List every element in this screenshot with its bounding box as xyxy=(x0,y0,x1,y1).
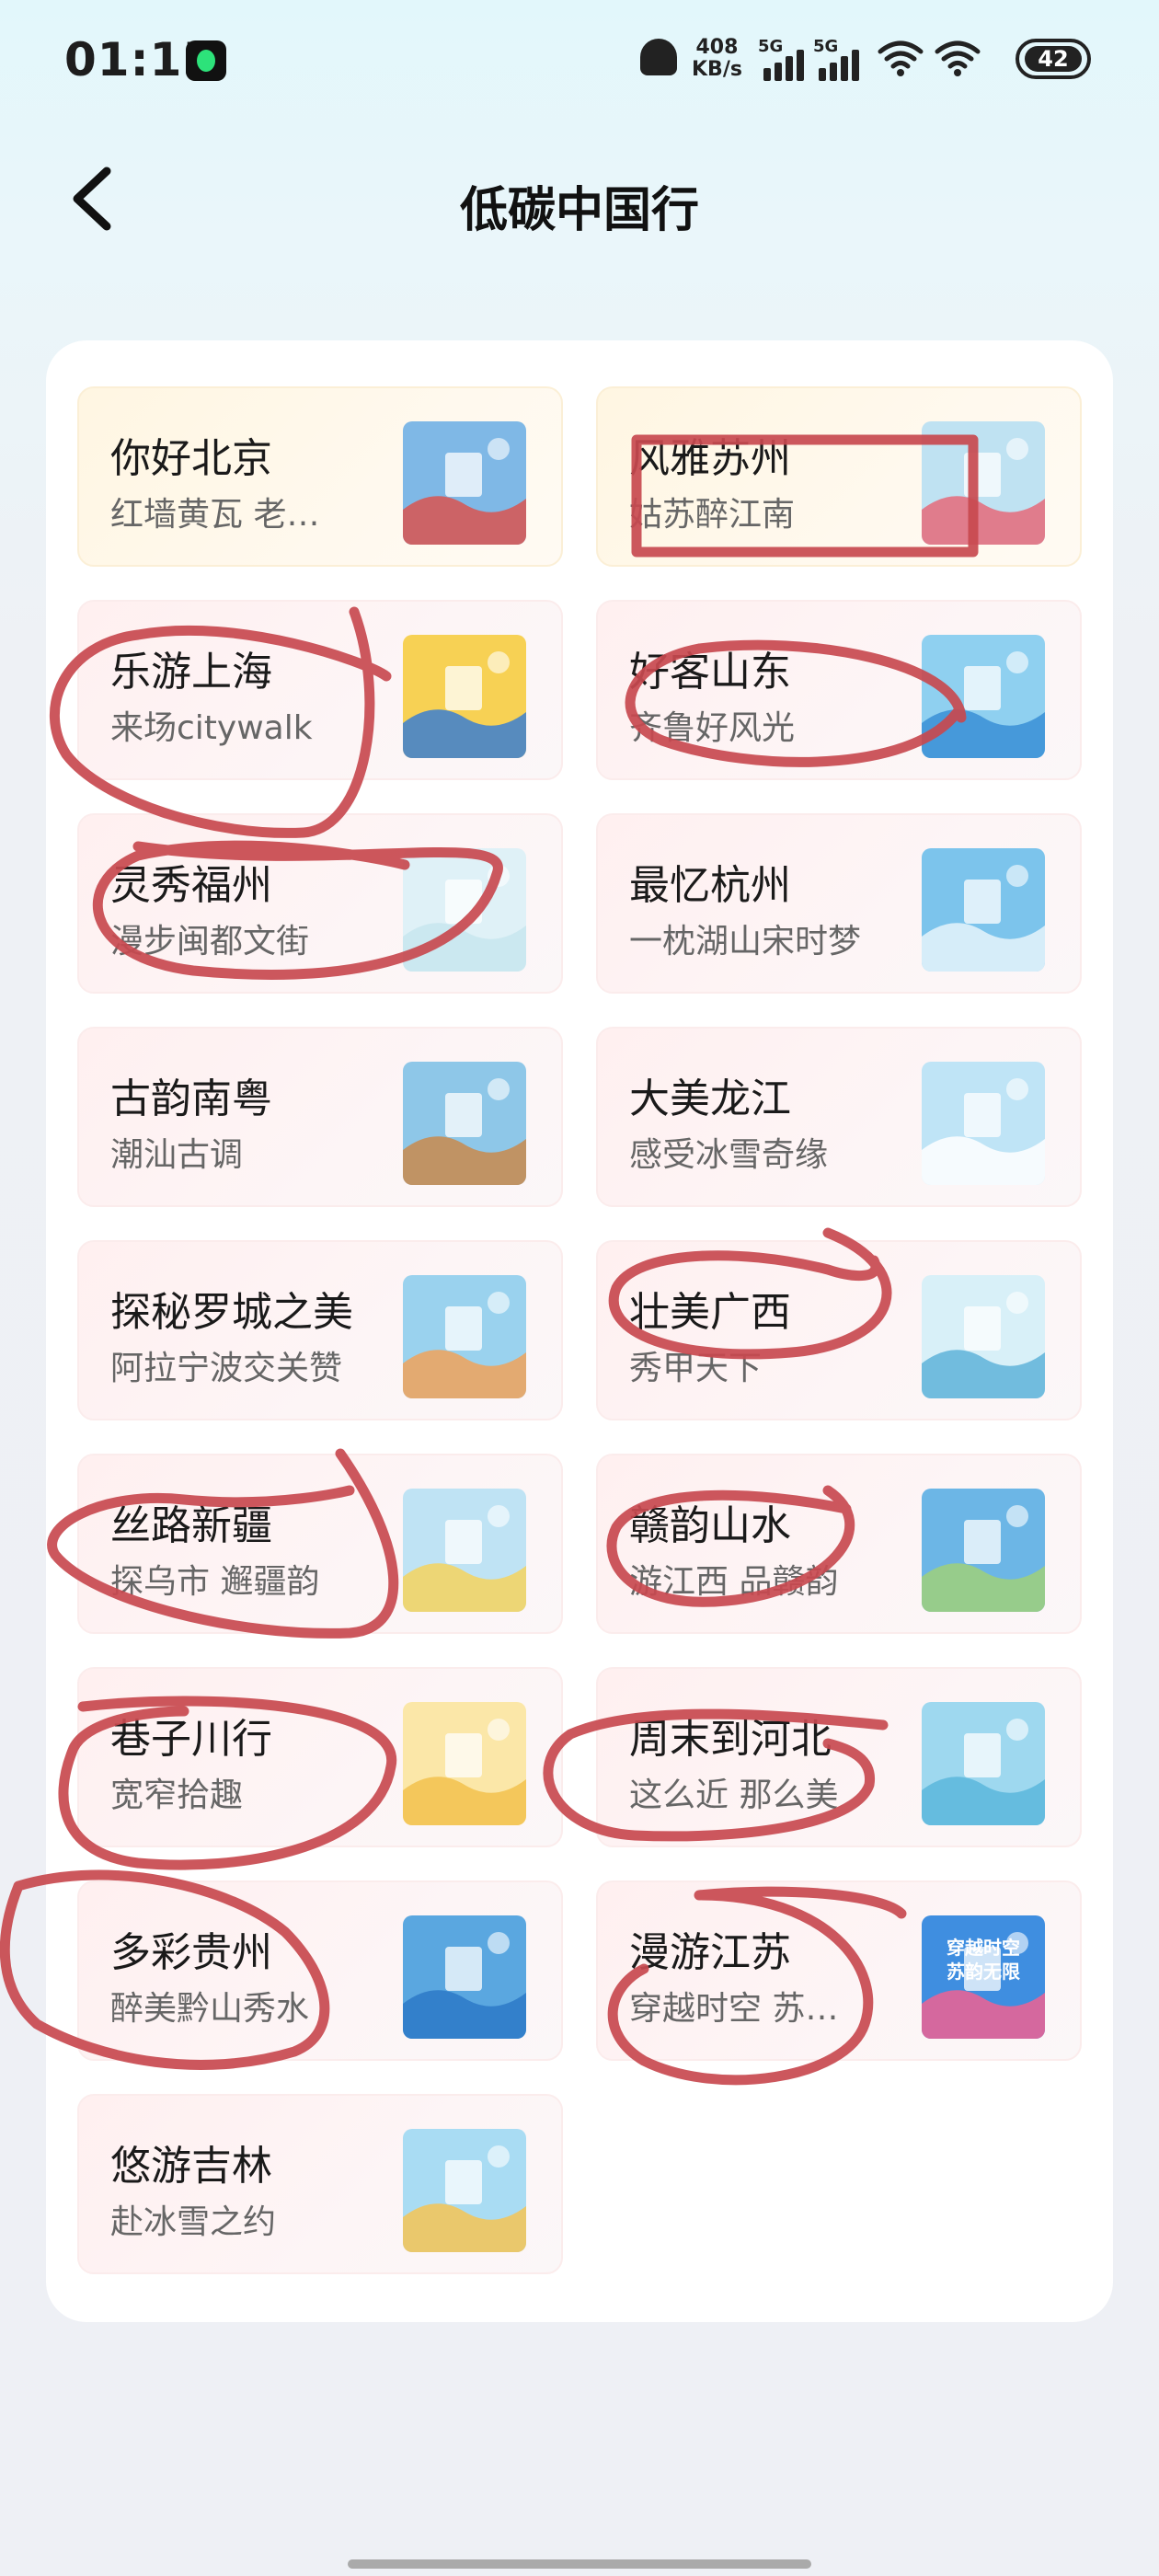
city-tile[interactable]: 丝路新疆探乌市 邂疆韵 xyxy=(77,1454,563,1634)
city-illustration-thumbnail xyxy=(403,848,526,972)
city-tile-subtitle: 探乌市 邂疆韵 xyxy=(110,1563,320,1601)
city-tile-name: 巷子川行 xyxy=(110,1716,272,1763)
city-tile-subtitle: 这么近 那么美 xyxy=(629,1777,839,1814)
city-tile[interactable]: 探秘罗城之美阿拉宁波交关赞 xyxy=(77,1240,563,1420)
status-bar: 01:15 408 KB/s 5G 5G 42 xyxy=(0,0,1159,129)
city-illustration-thumbnail xyxy=(403,2129,526,2252)
city-tile-subtitle: 秀甲天下 xyxy=(629,1350,763,1387)
cell-signal-1-label: 5G xyxy=(758,37,784,56)
city-tile-name: 乐游上海 xyxy=(110,649,272,696)
city-illustration-thumbnail xyxy=(922,1062,1045,1185)
city-illustration-thumbnail xyxy=(922,421,1045,545)
battery-icon: 42 xyxy=(1016,39,1091,79)
city-tile-name: 漫游江苏 xyxy=(629,1929,791,1976)
cell-signal-2-label: 5G xyxy=(813,37,839,56)
city-tile-name: 多彩贵州 xyxy=(110,1929,272,1976)
network-speed: 408 KB/s xyxy=(692,37,742,81)
city-tile-name: 古韵南粤 xyxy=(110,1075,272,1122)
city-tile[interactable]: 壮美广西 秀甲天下 xyxy=(596,1240,1082,1420)
city-tile[interactable]: 赣韵山水游江西 品赣韵 xyxy=(596,1454,1082,1634)
city-tile[interactable]: 周末到河北这么近 那么美 xyxy=(596,1667,1082,1847)
city-tile-name: 赣韵山水 xyxy=(629,1502,791,1549)
network-speed-value: 408 xyxy=(695,36,739,59)
home-indicator[interactable] xyxy=(348,2559,811,2569)
city-tile-subtitle: 游江西 品赣韵 xyxy=(629,1563,839,1601)
city-tile[interactable]: 大美龙江感受冰雪奇缘 xyxy=(596,1027,1082,1207)
city-tile-subtitle: 漫步闽都文街 xyxy=(110,923,310,960)
cell-signal-2-icon: 5G xyxy=(813,37,878,81)
city-tile[interactable]: 悠游吉林 赴冰雪之约 xyxy=(77,2094,563,2274)
svg-text:苏韵无限: 苏韵无限 xyxy=(947,1961,1020,1983)
svg-text:穿越时空: 穿越时空 xyxy=(947,1937,1020,1959)
city-tile-subtitle: 潮汕古调 xyxy=(110,1136,244,1174)
city-tile-subtitle: 醉美黔山秀水 xyxy=(110,1990,310,2028)
city-tile-name: 丝路新疆 xyxy=(110,1502,272,1549)
wifi-icon-1 xyxy=(878,40,924,77)
city-illustration-thumbnail xyxy=(403,635,526,758)
city-tile-subtitle: 红墙黄瓦 老… xyxy=(110,496,320,534)
city-tile-subtitle: 感受冰雪奇缘 xyxy=(629,1136,829,1174)
page-title: 低碳中国行 xyxy=(459,183,699,238)
city-illustration-thumbnail: 穿越时空 苏韵无限 xyxy=(922,1915,1045,2039)
city-tile-subtitle: 齐鲁好风光 xyxy=(629,709,796,747)
wifi-icon-2 xyxy=(935,40,981,77)
city-tile-name: 灵秀福州 xyxy=(110,862,272,909)
city-tile-subtitle: 宽窄拾趣 xyxy=(110,1777,244,1814)
network-speed-unit: KB/s xyxy=(692,58,742,81)
city-tile[interactable]: 巷子川行 宽窄拾趣 xyxy=(77,1667,563,1847)
city-illustration-thumbnail xyxy=(403,1489,526,1612)
city-tile[interactable]: 古韵南粤 潮汕古调 xyxy=(77,1027,563,1207)
city-illustration-thumbnail xyxy=(403,1702,526,1825)
city-illustration-thumbnail xyxy=(922,1702,1045,1825)
city-tile-name: 大美龙江 xyxy=(629,1075,791,1122)
city-illustration-thumbnail xyxy=(922,1489,1045,1612)
city-tile[interactable]: 好客山东 齐鲁好风光 xyxy=(596,600,1082,780)
city-tile-subtitle: 来场citywalk xyxy=(110,709,313,747)
city-illustration-thumbnail xyxy=(922,1275,1045,1398)
city-illustration-thumbnail xyxy=(922,635,1045,758)
city-tile[interactable]: 灵秀福州漫步闽都文街 xyxy=(77,813,563,994)
city-tile-subtitle: 赴冰雪之约 xyxy=(110,2203,277,2241)
city-tile-name: 悠游吉林 xyxy=(110,2143,272,2190)
battery-level: 42 xyxy=(1025,46,1082,72)
city-tile[interactable]: 多彩贵州醉美黔山秀水 xyxy=(77,1880,563,2061)
city-illustration-thumbnail xyxy=(403,1062,526,1185)
city-tile-subtitle: 阿拉宁波交关赞 xyxy=(110,1350,343,1387)
city-tile-name: 周末到河北 xyxy=(629,1716,832,1763)
city-tile-subtitle: 一枕湖山宋时梦 xyxy=(629,923,862,960)
city-illustration-thumbnail xyxy=(403,1275,526,1398)
city-tile[interactable]: 漫游江苏穿越时空 苏… 穿越时空 苏韵无限 xyxy=(596,1880,1082,2061)
silent-bell-icon xyxy=(640,39,677,75)
city-tile-name: 你好北京 xyxy=(110,435,272,482)
city-tile-name: 壮美广西 xyxy=(629,1289,791,1336)
city-tile-name: 最忆杭州 xyxy=(629,862,791,909)
city-tile-name: 风雅苏州 xyxy=(629,435,791,482)
city-tile-name: 探秘罗城之美 xyxy=(110,1289,353,1336)
city-tile[interactable]: 你好北京红墙黄瓦 老… xyxy=(77,386,563,567)
city-illustration-thumbnail xyxy=(922,848,1045,972)
city-tile-subtitle: 姑苏醉江南 xyxy=(629,496,796,534)
city-tile-name: 好客山东 xyxy=(629,649,791,696)
city-illustration-thumbnail xyxy=(403,1915,526,2039)
music-app-icon xyxy=(186,40,226,81)
city-tile[interactable]: 最忆杭州一枕湖山宋时梦 xyxy=(596,813,1082,994)
city-tile[interactable]: 风雅苏州 姑苏醉江南 xyxy=(596,386,1082,567)
city-tile-subtitle: 穿越时空 苏… xyxy=(629,1990,839,2028)
city-illustration-thumbnail xyxy=(403,421,526,545)
city-tile[interactable]: 乐游上海来场citywalk xyxy=(77,600,563,780)
